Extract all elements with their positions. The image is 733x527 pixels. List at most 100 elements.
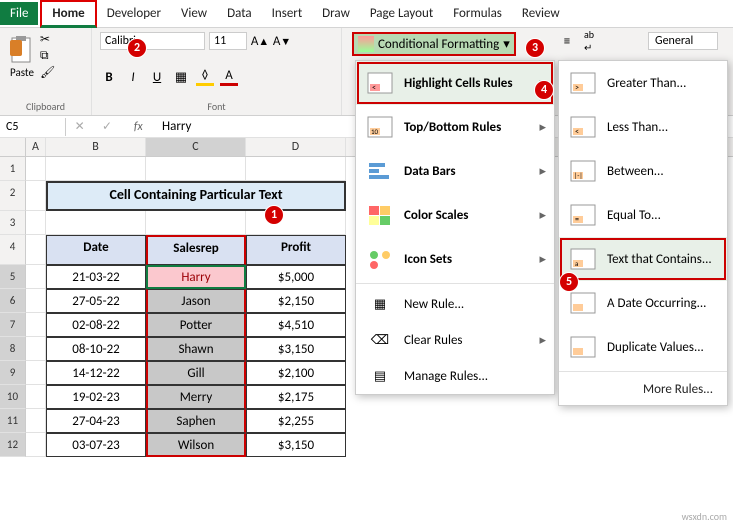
cell-d5[interactable]: $5,000 [246,265,346,289]
enter-formula-icon[interactable]: ✓ [102,119,112,134]
tab-draw[interactable]: Draw [312,2,360,25]
cell-c11[interactable]: Saphen [146,409,246,433]
tab-file[interactable]: File [0,2,38,25]
cell-c10[interactable]: Merry [146,385,246,409]
menu-manage-rules[interactable]: ▤ Manage Rules... [356,358,554,394]
cell-d6[interactable]: $2,150 [246,289,346,313]
menu-greater-than[interactable]: > Greater Than... [559,61,727,105]
row-header-12[interactable]: 12 [0,433,26,457]
row-header-9[interactable]: 9 [0,361,26,385]
row-header-2[interactable]: 2 [0,181,26,211]
row-header-8[interactable]: 8 [0,337,26,361]
cell-b11[interactable]: 27-04-23 [46,409,146,433]
decrease-font-icon[interactable]: A▼ [273,32,291,50]
col-header-d[interactable]: D [246,138,346,156]
cell-d10[interactable]: $2,175 [246,385,346,409]
cell-b8[interactable]: 08-10-22 [46,337,146,361]
menu-highlight-cells-rules[interactable]: < Highlight Cells Rules ▸ [356,61,554,105]
col-header-b[interactable]: B [46,138,146,156]
row-header-6[interactable]: 6 [0,289,26,313]
menu-top-bottom-rules[interactable]: 10 Top/Bottom Rules ▸ [356,105,554,149]
menu-color-scales[interactable]: Color Scales ▸ [356,193,554,237]
name-box[interactable]: C5 [0,118,66,136]
col-header-a[interactable]: A [26,138,46,156]
row-header-10[interactable]: 10 [0,385,26,409]
menu-icon-sets[interactable]: Icon Sets ▸ [356,237,554,281]
paste-button[interactable]: Paste [8,34,36,79]
cell-c7[interactable]: Potter [146,313,246,337]
select-all-corner[interactable] [0,138,26,156]
row-header-3[interactable]: 3 [0,211,26,235]
cell-d7[interactable]: $4,510 [246,313,346,337]
header-date[interactable]: Date [46,235,146,265]
cell-c12[interactable]: Wilson [146,433,246,457]
menu-clear-rules[interactable]: ⌫ Clear Rules ▸ [356,322,554,358]
equal-to-icon: = [569,203,597,227]
tab-developer[interactable]: Developer [97,2,171,25]
callout-badge-4: 4 [534,80,554,100]
cell-b6[interactable]: 27-05-22 [46,289,146,313]
tab-data[interactable]: Data [217,2,262,25]
menu-top-bottom-label: Top/Bottom Rules [404,120,501,135]
fx-icon[interactable]: fx [129,120,147,134]
tab-review[interactable]: Review [512,2,570,25]
menu-duplicate-values[interactable]: Duplicate Values... [559,325,727,369]
increase-font-icon[interactable]: A▲ [251,32,269,50]
title-cell[interactable]: Cell Containing Particular Text [46,181,346,211]
number-format-select[interactable]: General [648,32,718,50]
wrap-text-icon[interactable]: ab↵ [580,32,598,50]
row-header-1[interactable]: 1 [0,157,26,181]
menu-date-occurring[interactable]: A Date Occurring... [559,281,727,325]
cell-b5[interactable]: 21-03-22 [46,265,146,289]
cancel-formula-icon[interactable]: ✕ [75,119,85,134]
conditional-formatting-button[interactable]: Conditional Formatting ▾ [352,32,516,56]
bold-button[interactable]: B [100,68,118,86]
menu-new-rule[interactable]: ▦ New Rule... [356,286,554,322]
row-header-4[interactable]: 4 [0,235,26,265]
cell-c8[interactable]: Shawn [146,337,246,361]
menu-data-bars[interactable]: Data Bars ▸ [356,149,554,193]
align-center-icon[interactable]: ≡ [558,32,576,50]
row-header-7[interactable]: 7 [0,313,26,337]
menu-less-than[interactable]: < Less Than... [559,105,727,149]
row-header-11[interactable]: 11 [0,409,26,433]
tab-insert[interactable]: Insert [262,2,313,25]
group-clipboard: Paste ✂ ⧉ 🖌 Clipboard [0,28,92,115]
header-salesrep[interactable]: Salesrep [146,235,246,265]
cut-icon[interactable]: ✂ [40,32,55,47]
menu-text-contains[interactable]: a Text that Contains... [559,237,727,281]
menu-equal-to[interactable]: = Equal To... [559,193,727,237]
font-group-label: Font [100,100,333,113]
italic-button[interactable]: I [124,68,142,86]
cell-b9[interactable]: 14-12-22 [46,361,146,385]
cell-b7[interactable]: 02-08-22 [46,313,146,337]
row-header-5[interactable]: 5 [0,265,26,289]
tab-formulas[interactable]: Formulas [443,2,512,25]
cell-c9[interactable]: Gill [146,361,246,385]
col-header-c[interactable]: C [146,138,246,156]
tab-pagelayout[interactable]: Page Layout [360,2,443,25]
copy-icon[interactable]: ⧉ [40,49,55,63]
font-size-select[interactable]: 11 [209,32,247,50]
cell-c5[interactable]: Harry [146,265,246,289]
cell-b10[interactable]: 19-02-23 [46,385,146,409]
font-color-button[interactable]: A [220,68,238,86]
header-profit[interactable]: Profit [246,235,346,265]
fill-color-button[interactable]: ◊ [196,68,214,86]
cell-c6[interactable]: Jason [146,289,246,313]
menu-more-rules[interactable]: More Rules... [559,374,727,405]
font-name-select[interactable]: Calibri [100,32,205,50]
underline-button[interactable]: U [148,68,166,86]
cell-d9[interactable]: $2,100 [246,361,346,385]
greater-than-icon: > [569,71,597,95]
tab-home[interactable]: Home [40,0,96,28]
menu-between[interactable]: |-| Between... [559,149,727,193]
format-painter-icon[interactable]: 🖌 [40,65,55,80]
tab-view[interactable]: View [171,2,217,25]
cell-d8[interactable]: $3,150 [246,337,346,361]
cell-d11[interactable]: $2,255 [246,409,346,433]
cell-d12[interactable]: $3,150 [246,433,346,457]
cell-b12[interactable]: 03-07-23 [46,433,146,457]
manage-rules-icon: ▤ [366,364,394,388]
borders-button[interactable]: ▦ [172,68,190,86]
